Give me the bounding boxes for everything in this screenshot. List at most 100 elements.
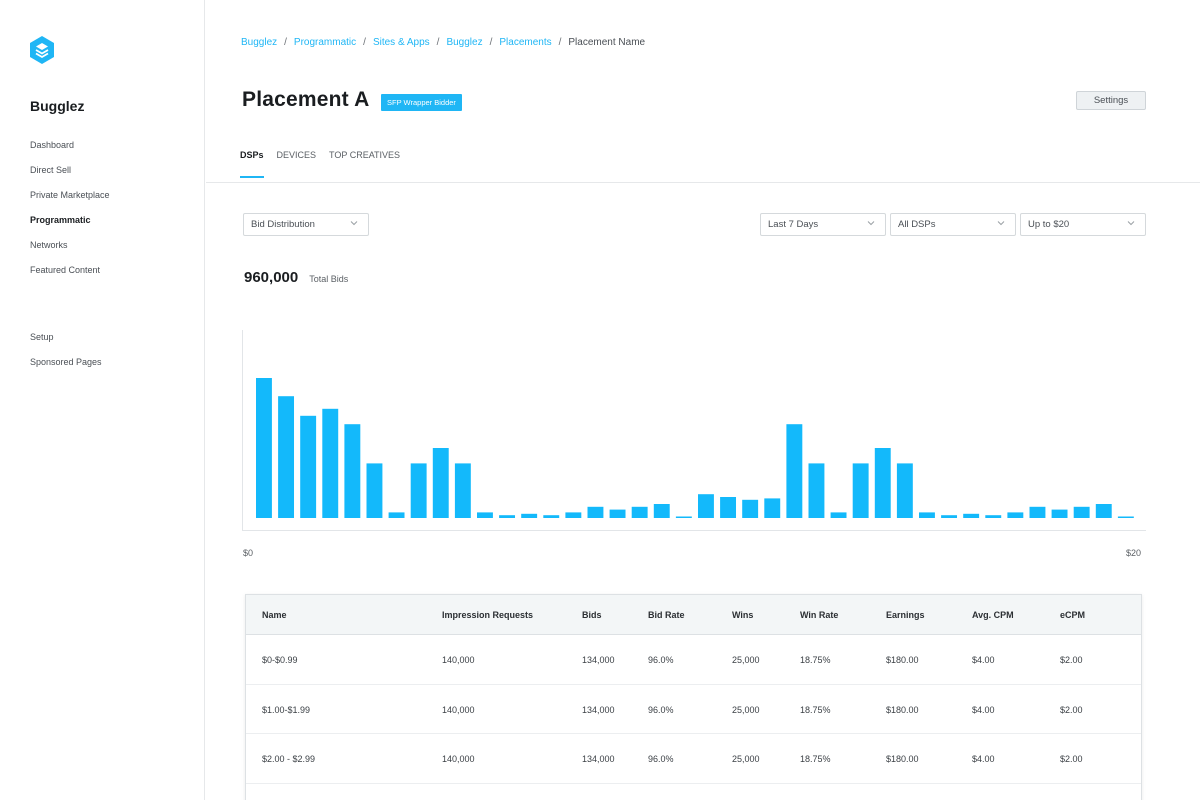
chart-bar[interactable]: [388, 512, 405, 518]
table-row[interactable]: $0-$0.99 140,000 134,000 96.0% 25,000 18.75% $…: [246, 635, 1141, 685]
sidebar-nav: Dashboard Direct Sell Private Marketplace P…: [30, 140, 110, 290]
date-range-select[interactable]: Last 7 Days: [760, 213, 886, 236]
chart-bar[interactable]: [675, 516, 692, 519]
chart-bar[interactable]: [521, 513, 538, 518]
chart-bar[interactable]: [344, 424, 361, 518]
table-cell-earnings: $180.00: [886, 655, 919, 665]
total-bids-label: Total Bids: [309, 274, 349, 284]
chart-bar[interactable]: [1029, 506, 1046, 518]
chart-bar[interactable]: [698, 494, 714, 518]
chart-bar[interactable]: [631, 506, 648, 518]
chevron-down-icon: [1127, 221, 1135, 226]
table-cell-impression-requests: 140,000: [442, 704, 475, 715]
chart-bar[interactable]: [1051, 509, 1068, 518]
chart-bar[interactable]: [609, 509, 626, 518]
breadcrumb-link[interactable]: Bugglez: [446, 37, 482, 48]
table-row[interactable]: $2.00 - $2.99 140,000 134,000 96.0% 25,000 18…: [246, 734, 1141, 784]
logo-icon[interactable]: [30, 36, 54, 64]
breadcrumb-separator: /: [363, 37, 366, 48]
sidebar-item-sponsored-pages[interactable]: Sponsored Pages: [30, 357, 102, 382]
column-header-win-rate[interactable]: Win Rate: [800, 610, 838, 620]
breadcrumb-separator: /: [284, 37, 287, 48]
chart-bar[interactable]: [300, 415, 317, 518]
breadcrumb-link[interactable]: Sites & Apps: [373, 37, 430, 48]
x-axis-max-label: $20: [1126, 548, 1142, 558]
sidebar-item-featured-content[interactable]: Featured Content: [30, 265, 110, 290]
chart-bar[interactable]: [742, 499, 759, 518]
sidebar-item-programmatic[interactable]: Programmatic: [30, 215, 110, 240]
sidebar-item-dashboard[interactable]: Dashboard: [30, 140, 110, 165]
chart-bar[interactable]: [477, 512, 493, 518]
chart-bar[interactable]: [874, 448, 891, 518]
column-header-name[interactable]: Name: [262, 610, 287, 620]
breadcrumb-separator: /: [558, 37, 562, 48]
chart-bar[interactable]: [322, 408, 339, 518]
breadcrumb-separator: /: [436, 37, 440, 48]
chart-bar[interactable]: [410, 463, 427, 518]
chart-bar[interactable]: [985, 515, 1002, 518]
chart-bar[interactable]: [587, 506, 604, 518]
column-header-avg-cpm[interactable]: Avg. CPM: [972, 610, 1014, 620]
column-header-earnings[interactable]: Earnings: [886, 610, 925, 620]
breadcrumb: Bugglez / Programmatic / Sites & Apps / Buggle…: [241, 37, 645, 48]
chart-bar[interactable]: [366, 463, 383, 518]
chart-bar[interactable]: [278, 396, 295, 518]
table-cell-wins: 25,000: [732, 704, 760, 715]
chart-bar[interactable]: [808, 463, 825, 518]
table-cell-bid-rate: 96.0%: [648, 704, 674, 715]
column-header-wins[interactable]: Wins: [732, 610, 753, 620]
table-row[interactable]: $1.00-$1.99 140,000 134,000 96.0% 25,000 18.7…: [246, 685, 1141, 734]
table-cell-wins: 25,000: [732, 655, 760, 665]
table-cell-earnings: $180.00: [886, 754, 919, 764]
metric-select[interactable]: Bid Distribution: [243, 213, 369, 236]
chart-bar[interactable]: [852, 463, 869, 518]
chart-bar[interactable]: [941, 515, 958, 518]
tab-dsps[interactable]: DSPs: [240, 150, 264, 178]
chart-bar[interactable]: [1095, 504, 1112, 518]
column-header-bids[interactable]: Bids: [582, 610, 602, 620]
chart-bar[interactable]: [1117, 516, 1134, 519]
chart-bar[interactable]: [565, 512, 582, 518]
table-cell-name: $1.00-$1.99: [262, 704, 311, 715]
chart-bar[interactable]: [499, 515, 516, 518]
table-cell-bid-rate: 96.0%: [648, 754, 674, 764]
breadcrumb-link[interactable]: Programmatic: [294, 37, 356, 48]
bid-distribution-chart: [242, 330, 1146, 531]
tab-top-creatives[interactable]: TOP CREATIVES: [329, 150, 400, 178]
sidebar-item-private-marketplace[interactable]: Private Marketplace: [30, 190, 110, 215]
chart-bar[interactable]: [653, 504, 670, 518]
dsp-select-value: All DSPs: [898, 219, 936, 230]
chart-bar[interactable]: [919, 512, 935, 518]
breadcrumb-current: Placement Name: [568, 37, 646, 48]
sidebar-item-networks[interactable]: Networks: [30, 240, 110, 265]
table-cell-impression-requests: 140,000: [442, 655, 475, 665]
column-header-impression-requests[interactable]: Impression Requests: [442, 610, 533, 620]
price-select[interactable]: Up to $20: [1020, 213, 1146, 236]
column-header-bid-rate[interactable]: Bid Rate: [648, 610, 685, 620]
sidebar-item-direct-sell[interactable]: Direct Sell: [30, 165, 110, 190]
chart-bar[interactable]: [896, 463, 913, 518]
dsp-select[interactable]: All DSPs: [890, 213, 1016, 236]
breadcrumb-link[interactable]: Placements: [499, 37, 551, 48]
chart-bar[interactable]: [432, 448, 449, 518]
column-header-ecpm[interactable]: eCPM: [1060, 610, 1085, 620]
settings-button[interactable]: Settings: [1076, 91, 1146, 110]
chart-bar[interactable]: [786, 424, 803, 518]
tabs-divider: [206, 182, 1200, 183]
chart-bar[interactable]: [830, 512, 847, 518]
chart-bar[interactable]: [1073, 506, 1090, 518]
chart-bar[interactable]: [720, 497, 737, 518]
table-cell-avg-cpm: $4.00: [972, 704, 995, 715]
chart-bar[interactable]: [1007, 512, 1024, 518]
breadcrumb-link[interactable]: Bugglez: [241, 37, 277, 48]
chart-bar[interactable]: [764, 498, 781, 518]
chart-bar[interactable]: [256, 378, 272, 518]
table-cell-wins: 25,000: [732, 754, 760, 764]
chart-bar[interactable]: [454, 463, 471, 518]
sidebar-secondary-nav: Setup Sponsored Pages: [30, 332, 102, 382]
chart-bar[interactable]: [963, 513, 980, 518]
sidebar-item-setup[interactable]: Setup: [30, 332, 102, 357]
table-cell-ecpm: $2.00: [1060, 704, 1083, 715]
tab-devices[interactable]: DEVICES: [277, 150, 317, 178]
chart-bar[interactable]: [543, 515, 560, 518]
